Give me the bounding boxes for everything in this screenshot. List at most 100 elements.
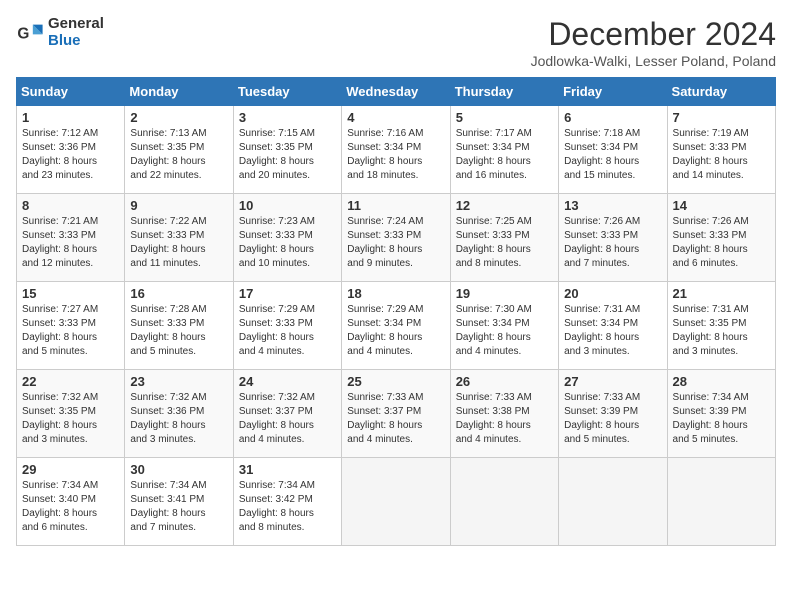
day-info: Sunrise: 7:15 AMSunset: 3:35 PMDaylight:… <box>239 127 336 183</box>
day-info: Sunrise: 7:19 AMSunset: 3:33 PMDaylight:… <box>673 127 770 183</box>
day-number: 17 <box>239 286 336 301</box>
month-title: December 2024 <box>531 16 776 53</box>
day-number: 19 <box>456 286 553 301</box>
week-row-1: 1 Sunrise: 7:12 AMSunset: 3:36 PMDaylight… <box>17 106 776 194</box>
col-header-sunday: Sunday <box>17 78 125 106</box>
day-cell: 10 Sunrise: 7:23 AMSunset: 3:33 PMDayligh… <box>233 194 341 282</box>
day-info: Sunrise: 7:34 AMSunset: 3:41 PMDaylight:… <box>130 479 227 535</box>
day-number: 26 <box>456 374 553 389</box>
col-header-thursday: Thursday <box>450 78 558 106</box>
logo-text-blue: Blue <box>48 33 104 50</box>
day-number: 3 <box>239 110 336 125</box>
day-info: Sunrise: 7:26 AMSunset: 3:33 PMDaylight:… <box>673 215 770 271</box>
day-cell: 17 Sunrise: 7:29 AMSunset: 3:33 PMDayligh… <box>233 282 341 370</box>
day-number: 1 <box>22 110 119 125</box>
day-info: Sunrise: 7:27 AMSunset: 3:33 PMDaylight:… <box>22 303 119 359</box>
day-cell: 2Sunrise: 7:13 AMSunset: 3:35 PMDaylight… <box>125 106 233 194</box>
day-cell: 26 Sunrise: 7:33 AMSunset: 3:38 PMDayligh… <box>450 370 558 458</box>
svg-text:G: G <box>17 25 29 42</box>
day-cell: 31 Sunrise: 7:34 AMSunset: 3:42 PMDayligh… <box>233 458 341 546</box>
calendar-table: SundayMondayTuesdayWednesdayThursdayFrid… <box>16 77 776 546</box>
day-cell: 29 Sunrise: 7:34 AMSunset: 3:40 PMDayligh… <box>17 458 125 546</box>
day-cell: 22 Sunrise: 7:32 AMSunset: 3:35 PMDayligh… <box>17 370 125 458</box>
day-info: Sunrise: 7:17 AMSunset: 3:34 PMDaylight:… <box>456 127 553 183</box>
day-number: 15 <box>22 286 119 301</box>
day-cell: 28 Sunrise: 7:34 AMSunset: 3:39 PMDayligh… <box>667 370 775 458</box>
day-cell: 24 Sunrise: 7:32 AMSunset: 3:37 PMDayligh… <box>233 370 341 458</box>
day-cell: 7 Sunrise: 7:19 AMSunset: 3:33 PMDaylight… <box>667 106 775 194</box>
day-number: 18 <box>347 286 444 301</box>
col-header-monday: Monday <box>125 78 233 106</box>
day-cell: 16 Sunrise: 7:28 AMSunset: 3:33 PMDayligh… <box>125 282 233 370</box>
day-cell: 12Sunrise: 7:25 AMSunset: 3:33 PMDayligh… <box>450 194 558 282</box>
day-cell: 11 Sunrise: 7:24 AMSunset: 3:33 PMDayligh… <box>342 194 450 282</box>
day-info: Sunrise: 7:18 AMSunset: 3:34 PMDaylight:… <box>564 127 661 183</box>
day-info: Sunrise: 7:31 AMSunset: 3:35 PMDaylight:… <box>673 303 770 359</box>
day-info: Sunrise: 7:13 AMSunset: 3:35 PMDaylight:… <box>130 127 227 183</box>
day-info: Sunrise: 7:24 AMSunset: 3:33 PMDaylight:… <box>347 215 444 271</box>
day-number: 24 <box>239 374 336 389</box>
day-info: Sunrise: 7:32 AMSunset: 3:35 PMDaylight:… <box>22 391 119 447</box>
day-info: Sunrise: 7:12 AMSunset: 3:36 PMDaylight:… <box>22 127 119 183</box>
day-cell: 1 Sunrise: 7:12 AMSunset: 3:36 PMDaylight… <box>17 106 125 194</box>
day-cell: 4 Sunrise: 7:16 AMSunset: 3:34 PMDaylight… <box>342 106 450 194</box>
day-info: Sunrise: 7:34 AMSunset: 3:40 PMDaylight:… <box>22 479 119 535</box>
day-cell <box>667 458 775 546</box>
day-number: 11 <box>347 198 444 213</box>
day-info: Sunrise: 7:22 AMSunset: 3:33 PMDaylight:… <box>130 215 227 271</box>
day-info: Sunrise: 7:28 AMSunset: 3:33 PMDaylight:… <box>130 303 227 359</box>
day-number: 4 <box>347 110 444 125</box>
page-header: G General Blue December 2024 Jodlowka-Wa… <box>16 16 776 69</box>
day-info: Sunrise: 7:33 AMSunset: 3:38 PMDaylight:… <box>456 391 553 447</box>
day-number: 28 <box>673 374 770 389</box>
day-cell: 5 Sunrise: 7:17 AMSunset: 3:34 PMDaylight… <box>450 106 558 194</box>
day-cell <box>559 458 667 546</box>
week-row-5: 29 Sunrise: 7:34 AMSunset: 3:40 PMDayligh… <box>17 458 776 546</box>
day-cell: 20 Sunrise: 7:31 AMSunset: 3:34 PMDayligh… <box>559 282 667 370</box>
day-cell: 21Sunrise: 7:31 AMSunset: 3:35 PMDayligh… <box>667 282 775 370</box>
day-number: 16 <box>130 286 227 301</box>
day-info: Sunrise: 7:32 AMSunset: 3:37 PMDaylight:… <box>239 391 336 447</box>
day-cell: 15 Sunrise: 7:27 AMSunset: 3:33 PMDayligh… <box>17 282 125 370</box>
title-block: December 2024 Jodlowka-Walki, Lesser Pol… <box>531 16 776 69</box>
day-number: 31 <box>239 462 336 477</box>
day-number: 30 <box>130 462 227 477</box>
day-info: Sunrise: 7:26 AMSunset: 3:33 PMDaylight:… <box>564 215 661 271</box>
day-info: Sunrise: 7:31 AMSunset: 3:34 PMDaylight:… <box>564 303 661 359</box>
day-info: Sunrise: 7:16 AMSunset: 3:34 PMDaylight:… <box>347 127 444 183</box>
day-number: 9 <box>130 198 227 213</box>
location: Jodlowka-Walki, Lesser Poland, Poland <box>531 53 776 69</box>
day-info: Sunrise: 7:33 AMSunset: 3:39 PMDaylight:… <box>564 391 661 447</box>
day-cell: 8Sunrise: 7:21 AMSunset: 3:33 PMDaylight… <box>17 194 125 282</box>
day-number: 29 <box>22 462 119 477</box>
day-number: 6 <box>564 110 661 125</box>
day-cell: 27Sunrise: 7:33 AMSunset: 3:39 PMDayligh… <box>559 370 667 458</box>
day-number: 12 <box>456 198 553 213</box>
day-cell: 13Sunrise: 7:26 AMSunset: 3:33 PMDayligh… <box>559 194 667 282</box>
day-number: 7 <box>673 110 770 125</box>
day-info: Sunrise: 7:29 AMSunset: 3:34 PMDaylight:… <box>347 303 444 359</box>
week-row-2: 8Sunrise: 7:21 AMSunset: 3:33 PMDaylight… <box>17 194 776 282</box>
day-cell <box>450 458 558 546</box>
day-number: 5 <box>456 110 553 125</box>
day-info: Sunrise: 7:34 AMSunset: 3:42 PMDaylight:… <box>239 479 336 535</box>
logo: G General Blue <box>16 16 104 49</box>
day-number: 23 <box>130 374 227 389</box>
day-info: Sunrise: 7:34 AMSunset: 3:39 PMDaylight:… <box>673 391 770 447</box>
day-number: 10 <box>239 198 336 213</box>
day-cell: 6 Sunrise: 7:18 AMSunset: 3:34 PMDaylight… <box>559 106 667 194</box>
day-info: Sunrise: 7:29 AMSunset: 3:33 PMDaylight:… <box>239 303 336 359</box>
day-cell: 14 Sunrise: 7:26 AMSunset: 3:33 PMDayligh… <box>667 194 775 282</box>
day-number: 14 <box>673 198 770 213</box>
day-number: 20 <box>564 286 661 301</box>
col-header-tuesday: Tuesday <box>233 78 341 106</box>
day-number: 22 <box>22 374 119 389</box>
day-cell: 25Sunrise: 7:33 AMSunset: 3:37 PMDayligh… <box>342 370 450 458</box>
col-header-saturday: Saturday <box>667 78 775 106</box>
week-row-4: 22 Sunrise: 7:32 AMSunset: 3:35 PMDayligh… <box>17 370 776 458</box>
day-info: Sunrise: 7:23 AMSunset: 3:33 PMDaylight:… <box>239 215 336 271</box>
day-number: 8 <box>22 198 119 213</box>
day-info: Sunrise: 7:30 AMSunset: 3:34 PMDaylight:… <box>456 303 553 359</box>
day-info: Sunrise: 7:33 AMSunset: 3:37 PMDaylight:… <box>347 391 444 447</box>
day-cell: 30 Sunrise: 7:34 AMSunset: 3:41 PMDayligh… <box>125 458 233 546</box>
